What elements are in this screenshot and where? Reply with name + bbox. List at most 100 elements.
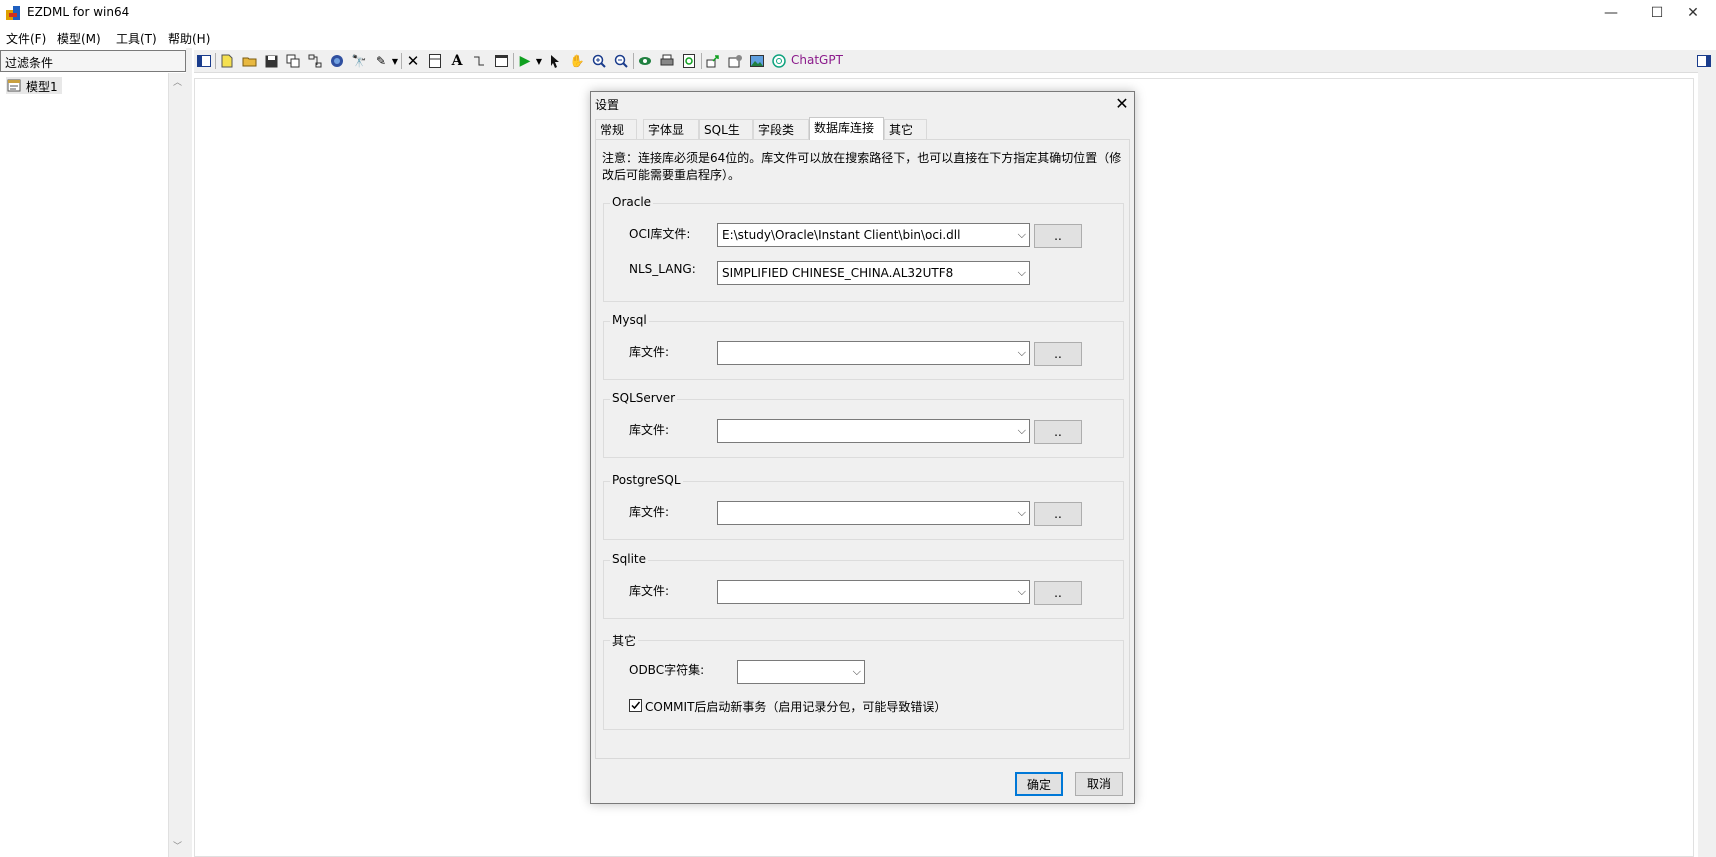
delete-icon[interactable]: ✕ xyxy=(405,52,421,70)
chatgpt-icon[interactable] xyxy=(771,53,787,69)
mysql-lib-label: 库文件: xyxy=(629,345,670,359)
box-icon[interactable] xyxy=(427,53,443,69)
sqlite-group: Sqlite 库文件: ⌵ .. xyxy=(603,552,1124,619)
toolbar-separator xyxy=(513,53,514,69)
sqlserver-lib-combo[interactable]: ⌵ xyxy=(717,419,1030,443)
mysql-browse-button[interactable]: .. xyxy=(1034,342,1082,366)
tree-item-model1[interactable]: 模型1 xyxy=(6,77,62,94)
sqlite-lib-label: 库文件: xyxy=(629,584,670,598)
dialog-close-button[interactable]: ✕ xyxy=(1109,92,1135,116)
postgresql-lib-label: 库文件: xyxy=(629,505,670,519)
toolbar-separator xyxy=(215,53,216,69)
hand-icon[interactable]: ✋ xyxy=(569,53,585,69)
nls-lang-combo[interactable]: SIMPLIFIED CHINESE_CHINA.AL32UTF8 ⌵ xyxy=(717,261,1030,285)
close-window-button[interactable]: ✕ xyxy=(1670,0,1716,26)
filter-header[interactable]: 过滤条件 xyxy=(0,50,186,72)
chevron-down-icon[interactable]: ⌵ xyxy=(1018,346,1026,360)
window-icon[interactable] xyxy=(493,53,509,69)
app-icon xyxy=(6,6,22,20)
notice-text: 注意：连接库必须是64位的。库文件可以放在搜索路径下，也可以直接在下方指定其确切… xyxy=(602,151,1122,182)
chevron-down-icon[interactable]: ⌵ xyxy=(1018,424,1026,438)
table-icon[interactable] xyxy=(307,53,323,69)
tab-strip: 常规 字体显示 SQL生成 字段类型 数据库连接 其它 xyxy=(595,117,1130,157)
dialog-title: 设置 xyxy=(595,98,620,112)
sqlserver-legend: SQLServer xyxy=(610,391,678,405)
open-folder-icon[interactable] xyxy=(241,53,257,69)
model-icon xyxy=(7,78,22,93)
minimize-button[interactable]: — xyxy=(1588,0,1634,26)
chevron-down-icon[interactable]: ⌵ xyxy=(1018,506,1026,520)
other-group: 其它 ODBC字符集: ⌵ COMMIT后启动新事务（启用记录分包，可能导致错误… xyxy=(603,632,1124,730)
export-icon[interactable] xyxy=(705,53,721,69)
tab-field-types[interactable]: 字段类型 xyxy=(753,119,809,157)
refresh-icon[interactable] xyxy=(681,53,697,69)
link-icon[interactable] xyxy=(471,53,487,69)
save-icon[interactable] xyxy=(263,53,279,69)
sqlite-legend: Sqlite xyxy=(610,552,648,566)
pointer-icon[interactable] xyxy=(547,53,563,69)
chatgpt-label[interactable]: ChatGPT xyxy=(791,53,843,67)
find-icon[interactable]: 🔭 xyxy=(351,53,367,69)
eye-icon[interactable] xyxy=(637,53,653,69)
commit-checkbox[interactable] xyxy=(629,699,642,712)
postgresql-lib-combo[interactable]: ⌵ xyxy=(717,501,1030,525)
chevron-down-icon[interactable]: ⌵ xyxy=(853,665,861,679)
image-icon[interactable] xyxy=(749,53,765,69)
tree-item-label: 模型1 xyxy=(26,80,58,94)
toolbar: 🔭 ✎ ▼ ✕ A ▶ ▼ ✋ ChatGPT xyxy=(194,50,1716,73)
panel-splitter[interactable] xyxy=(186,48,192,857)
menu-file[interactable]: 文件(F) xyxy=(6,30,46,47)
new-file-icon[interactable] xyxy=(219,53,235,69)
postgresql-browse-button[interactable]: .. xyxy=(1034,502,1082,526)
odbc-charset-label: ODBC字符集: xyxy=(629,663,705,677)
oci-path-combo[interactable]: E:\study\Oracle\Instant Client\bin\oci.d… xyxy=(717,223,1030,247)
chevron-down-icon[interactable]: ⌵ xyxy=(1018,228,1026,242)
model-tree[interactable]: 模型1 xyxy=(0,73,168,857)
print-icon[interactable] xyxy=(659,53,675,69)
nls-lang-value: SIMPLIFIED CHINESE_CHINA.AL32UTF8 xyxy=(722,266,954,280)
sqlserver-group: SQLServer 库文件: ⌵ .. xyxy=(603,391,1124,458)
tree-scrollbar[interactable]: ︿ ﹀ xyxy=(168,73,186,857)
copy-icon[interactable] xyxy=(285,53,301,69)
odbc-charset-combo[interactable]: ⌵ xyxy=(737,660,865,684)
tab-database-connection[interactable]: 数据库连接 xyxy=(809,117,884,140)
menu-help[interactable]: 帮助(H) xyxy=(168,30,210,47)
postgresql-legend: PostgreSQL xyxy=(610,473,683,487)
window-title: EZDML for win64 xyxy=(27,5,130,19)
chevron-down-icon[interactable]: ⌵ xyxy=(1018,266,1026,280)
toolbar-separator xyxy=(633,53,634,69)
mysql-lib-combo[interactable]: ⌵ xyxy=(717,341,1030,365)
menu-model[interactable]: 模型(M) xyxy=(57,30,101,47)
menu-tools[interactable]: 工具(T) xyxy=(116,30,157,47)
mysql-group: Mysql 库文件: ⌵ .. xyxy=(603,313,1124,380)
chevron-down-icon[interactable]: ▼ xyxy=(531,53,547,69)
tab-other[interactable]: 其它 xyxy=(884,119,927,139)
tab-font-display[interactable]: 字体显示 xyxy=(643,119,699,157)
other-legend: 其它 xyxy=(610,632,639,649)
canvas-scrollbar[interactable] xyxy=(1698,72,1716,857)
scroll-up-icon[interactable]: ︿ xyxy=(173,75,182,88)
zoom-in-icon[interactable] xyxy=(591,53,607,69)
menu-bar: 文件(F) 模型(M) 工具(T) 帮助(H) xyxy=(0,28,1716,48)
sqlite-browse-button[interactable]: .. xyxy=(1034,581,1082,605)
tab-general[interactable]: 常规 xyxy=(595,119,637,139)
toolbar-separator xyxy=(701,53,702,69)
ok-button[interactable]: 确定 xyxy=(1015,772,1063,796)
sqlserver-browse-button[interactable]: .. xyxy=(1034,420,1082,444)
globe-icon[interactable] xyxy=(329,53,345,69)
cancel-button[interactable]: 取消 xyxy=(1075,772,1123,796)
settings-icon[interactable] xyxy=(727,53,743,69)
commit-checkbox-row[interactable]: COMMIT后启动新事务（启用记录分包，可能导致错误） xyxy=(629,698,1109,714)
text-icon[interactable]: A xyxy=(449,53,465,69)
panel-toggle-icon[interactable] xyxy=(196,53,212,69)
chevron-down-icon[interactable]: ⌵ xyxy=(1018,585,1026,599)
tab-sql-generation[interactable]: SQL生成 xyxy=(699,119,753,157)
oci-browse-button[interactable]: .. xyxy=(1034,224,1082,248)
sqlite-lib-combo[interactable]: ⌵ xyxy=(717,580,1030,604)
panel-dock-icon[interactable] xyxy=(1696,53,1712,69)
oci-label: OCI库文件: xyxy=(629,227,691,241)
mysql-legend: Mysql xyxy=(610,313,649,327)
scroll-down-icon[interactable]: ﹀ xyxy=(173,839,182,852)
toolbar-separator xyxy=(401,53,402,69)
zoom-out-icon[interactable] xyxy=(613,53,629,69)
